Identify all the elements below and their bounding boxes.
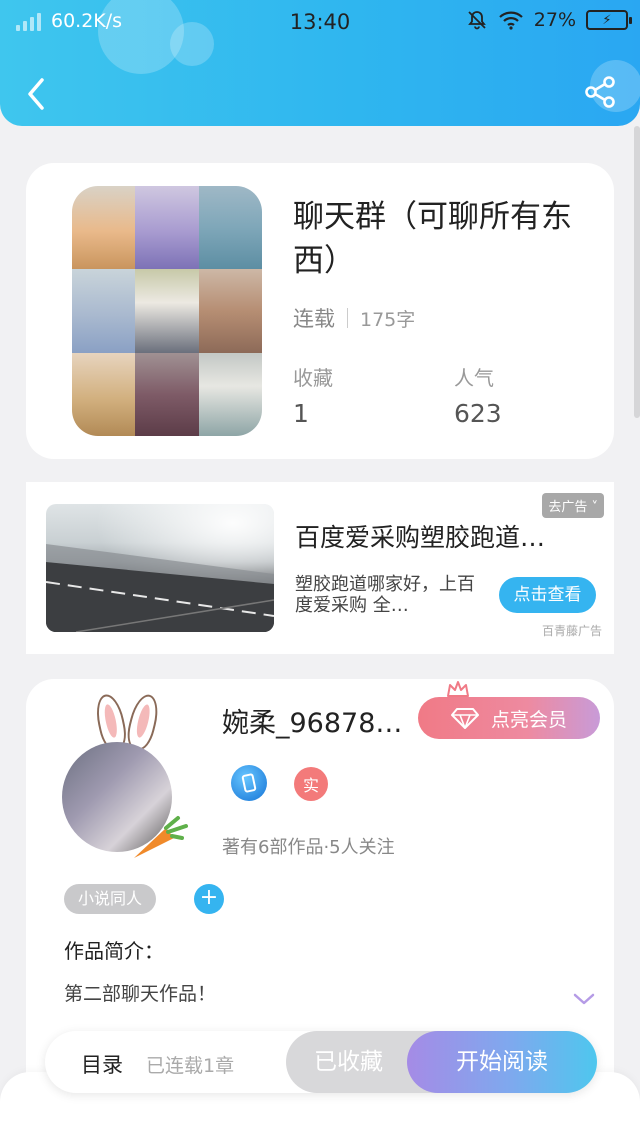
book-status: 连载 175字 [293, 303, 415, 333]
ad-description: 塑胶跑道哪家好，上百度爱采购 全… [295, 574, 475, 616]
divider [347, 308, 348, 328]
status-right: 27% ⚡ [466, 9, 632, 31]
add-tag-button[interactable]: + [194, 884, 224, 914]
ad-view-button[interactable]: 点击查看 [499, 577, 596, 613]
remove-ad-button[interactable]: 去广告 ˅ [542, 493, 604, 518]
intro-text: 第二部聊天作品！ [64, 983, 217, 1005]
header-bar: 60.2K/s 13:40 27% ⚡ [0, 0, 640, 126]
vip-button[interactable]: 点亮会员 [418, 697, 600, 739]
remove-ad-label: 去广告 [548, 500, 588, 515]
crown-icon [447, 681, 469, 697]
diamond-icon [450, 708, 479, 729]
vip-button-label: 点亮会员 [490, 708, 567, 731]
bottom-action-bar: 目录 已连载1章 已收藏 开始阅读 [45, 1031, 597, 1093]
ad-banner[interactable]: 去广告 ˅ 百度爱采购塑胶跑道… 塑胶跑道哪家好，上百度爱采购 全… 点击查看 … [26, 482, 614, 654]
wifi-icon [499, 11, 523, 30]
favorites-label: 收藏 [293, 366, 333, 390]
word-count: 175字 [360, 308, 416, 331]
share-icon[interactable] [582, 74, 618, 110]
ad-image[interactable] [46, 504, 274, 632]
ad-title[interactable]: 百度爱采购塑胶跑道… [295, 518, 575, 554]
book-info-card: 聊天群（可聊所有东西） 连载 175字 收藏 1 人气 623 [26, 163, 614, 459]
track-image [46, 504, 274, 632]
mute-bell-icon [467, 11, 486, 30]
popularity-label: 人气 [454, 366, 494, 390]
real-name-badge[interactable]: 实 [294, 767, 328, 801]
toc-button[interactable]: 目录 [81, 1049, 123, 1079]
book-cover[interactable] [72, 186, 262, 436]
ad-source: 百青藤广告 [541, 624, 602, 638]
serial-status: 连载 [293, 307, 335, 331]
battery-percent: 27% [533, 9, 576, 31]
author-avatar[interactable] [56, 691, 196, 858]
popularity-value: 623 [454, 399, 502, 428]
author-name[interactable]: 婉柔_96878… [222, 701, 407, 740]
phone-badge-icon[interactable] [231, 765, 267, 801]
favorites-value: 1 [293, 399, 309, 428]
back-icon[interactable] [18, 72, 58, 116]
book-title: 聊天群（可聊所有东西） [293, 199, 572, 279]
chevron-down-icon[interactable] [572, 991, 596, 1007]
author-stats: 著有6部作品·5人关注 [222, 837, 395, 858]
scrollbar[interactable] [634, 126, 640, 418]
carrot-icon [134, 816, 188, 858]
serial-info: 已连载1章 [146, 1055, 235, 1077]
battery-icon: ⚡ [586, 10, 632, 30]
intro-label: 作品简介： [64, 939, 164, 963]
tag-novel-fanfic[interactable]: 小说同人 [64, 884, 157, 914]
start-reading-button[interactable]: 开始阅读 [407, 1031, 597, 1093]
